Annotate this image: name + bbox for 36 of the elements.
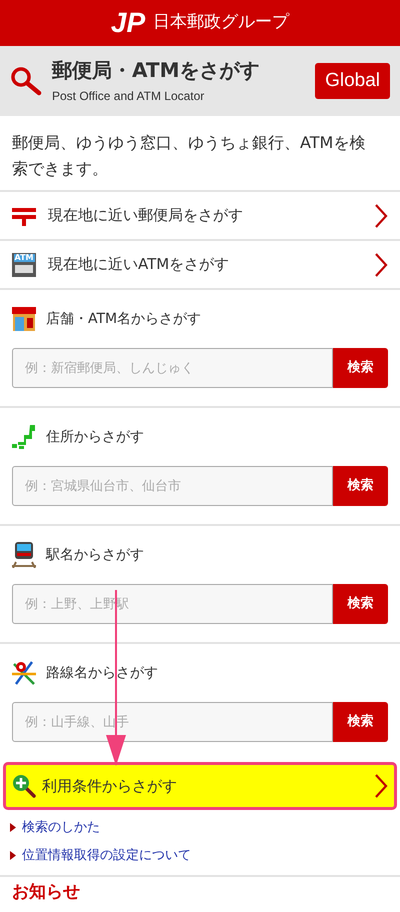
nearby-link[interactable]: ATM 現在地に近いATMをさがす bbox=[0, 239, 400, 288]
search-button[interactable]: 検索 bbox=[333, 348, 388, 388]
atm-icon: ATM bbox=[12, 252, 36, 276]
search-field[interactable]: 例：新宿郵便局、しんじゅく bbox=[12, 348, 333, 388]
search-button[interactable]: 検索 bbox=[333, 584, 388, 624]
chevron-right-icon bbox=[374, 202, 388, 228]
section-title: 路線名からさがす bbox=[46, 664, 158, 682]
chevron-right-icon bbox=[374, 773, 388, 799]
page-subtitle: Post Office and ATM Locator bbox=[52, 88, 206, 104]
help-link[interactable]: 位置情報取得の設定について bbox=[22, 846, 191, 865]
route-map-icon bbox=[12, 660, 36, 686]
section-title: 住所からさがす bbox=[46, 428, 144, 446]
shop-icon bbox=[12, 307, 36, 331]
search-icon bbox=[10, 66, 42, 96]
condition-search-link[interactable]: 利用条件からさがす bbox=[3, 762, 397, 810]
search-field[interactable]: 例：山手線、山手 bbox=[12, 702, 333, 742]
description: 郵便局、ゆうゆう窓口、ゆうちょ銀行、ATMを検索できます。 bbox=[11, 132, 366, 180]
nearby-link[interactable]: 現在地に近い郵便局をさがす bbox=[0, 190, 400, 239]
search-button[interactable]: 検索 bbox=[333, 702, 388, 742]
logo: JP bbox=[110, 9, 146, 37]
triangle-bullet-icon bbox=[10, 823, 16, 832]
search-field[interactable]: 例：宮城県仙台市、仙台市 bbox=[12, 466, 333, 506]
postal-mark-icon bbox=[12, 206, 36, 226]
chevron-right-icon bbox=[374, 252, 388, 278]
train-icon bbox=[12, 542, 36, 568]
japan-map-icon bbox=[12, 425, 36, 449]
help-link[interactable]: 検索のしかた bbox=[22, 818, 100, 838]
news-heading: お知らせ bbox=[12, 882, 80, 902]
zoom-in-icon bbox=[12, 774, 36, 798]
search-button[interactable]: 検索 bbox=[333, 466, 388, 506]
section-title: 駅名からさがす bbox=[46, 546, 144, 564]
brand-name: 日本郵政グループ bbox=[153, 11, 290, 34]
page-title: 郵便局・ATMをさがす bbox=[52, 58, 260, 82]
triangle-bullet-icon bbox=[10, 850, 16, 860]
global-button[interactable]: Global bbox=[315, 62, 390, 100]
section-title: 店舗・ATM名からさがす bbox=[46, 310, 202, 328]
